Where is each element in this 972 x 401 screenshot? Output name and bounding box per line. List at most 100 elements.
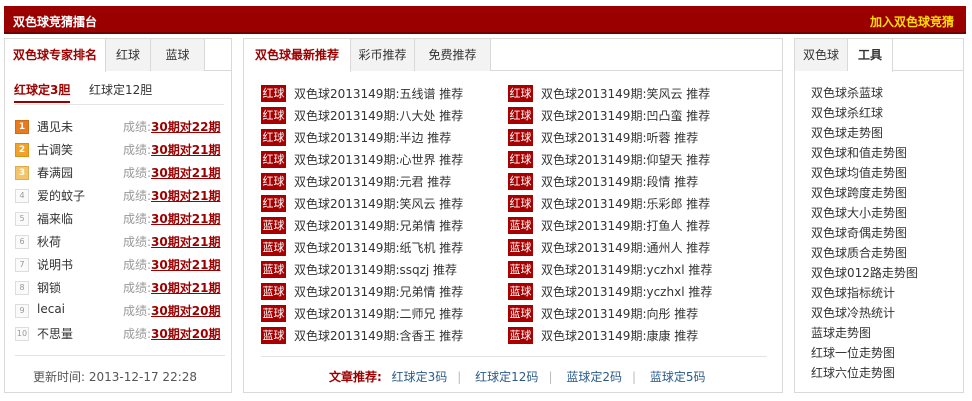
recommend-link[interactable]: 双色球2013149期:仰望天 推荐 [541,151,710,168]
performance-link[interactable]: 30期对21期 [151,281,220,295]
recommend-item[interactable]: 蓝球 双色球2013149期:兄弟情 推荐 [261,282,501,304]
recommend-link[interactable]: 双色球2013149期:二师兄 推荐 [294,305,463,322]
recommend-item[interactable]: 蓝球 双色球2013149期:yczhxl 推荐 [508,260,768,282]
recommend-item[interactable]: 红球 双色球2013149期:元君 推荐 [261,172,501,194]
recommend-link[interactable]: 双色球2013149期:段情 推荐 [541,173,698,190]
recommend-item[interactable]: 红球 双色球2013149期:听蓉 推荐 [508,128,768,150]
recommend-item[interactable]: 蓝球 双色球2013149期:ssqzj 推荐 [261,260,501,282]
performance-link[interactable]: 30期对22期 [151,120,220,134]
recommend-link[interactable]: 双色球2013149期:纸飞机 推荐 [294,239,463,256]
tool-link[interactable]: 蓝球走势图 [811,324,918,344]
tool-link[interactable]: 双色球指标统计 [811,284,918,304]
performance-link[interactable]: 30期对21期 [151,258,220,272]
recommend-item[interactable]: 蓝球 双色球2013149期:二师兄 推荐 [261,304,501,326]
article-blue-2[interactable]: 蓝球定2码 [566,370,622,384]
performance-link[interactable]: 30期对21期 [151,212,220,226]
recommend-item[interactable]: 红球 双色球2013149期:半边 推荐 [261,128,501,150]
performance-link[interactable]: 30期对20期 [151,304,220,318]
recommend-item[interactable]: 蓝球 双色球2013149期:含香王 推荐 [261,326,501,348]
recommend-link[interactable]: 双色球2013149期:兄弟情 推荐 [294,283,463,300]
expert-name[interactable]: 不思量 [37,325,73,342]
join-link[interactable]: 加入双色球竞猜 [870,13,954,30]
tab-expert-ranking[interactable]: 双色球专家排名 [5,39,106,72]
recommend-link[interactable]: 双色球2013149期:听蓉 推荐 [541,129,698,146]
recommend-link[interactable]: 双色球2013149期:兄弟情 推荐 [294,217,463,234]
tool-link[interactable]: 红球六位走势图 [811,364,918,384]
tab-tools[interactable]: 工具 [848,39,893,72]
recommend-link[interactable]: 双色球2013149期:笑风云 推荐 [541,85,710,102]
recommend-item[interactable]: 红球 双色球2013149期:乐彩郎 推荐 [508,194,768,216]
tool-link[interactable]: 双色球杀红球 [811,104,918,124]
tool-link[interactable]: 双色球跨度走势图 [811,184,918,204]
expert-name[interactable]: 古调笑 [37,141,73,158]
article-red-12[interactable]: 红球定12码 [475,370,538,384]
recommend-link[interactable]: 双色球2013149期:含香王 推荐 [294,327,463,344]
tool-link[interactable]: 双色球奇偶走势图 [811,224,918,244]
expert-name[interactable]: 福来临 [37,210,73,227]
performance-link[interactable]: 30期对21期 [151,235,220,249]
article-blue-5[interactable]: 蓝球定5码 [650,370,706,384]
recommend-item[interactable]: 蓝球 双色球2013149期:yczhxl 推荐 [508,282,768,304]
tab-red-ball[interactable]: 红球 [106,39,151,71]
tab-ssq[interactable]: 双色球 [795,39,848,71]
recommend-link[interactable]: 双色球2013149期:笑风云 推荐 [294,195,463,212]
recommend-item[interactable]: 蓝球 双色球2013149期:通州人 推荐 [508,238,768,260]
recommend-link[interactable]: 双色球2013149期:八大处 推荐 [294,107,463,124]
recommend-link[interactable]: 双色球2013149期:乐彩郎 推荐 [541,195,710,212]
recommend-link[interactable]: 双色球2013149期:五线谱 推荐 [294,85,463,102]
tab-coin-recommend[interactable]: 彩币推荐 [351,39,415,71]
recommend-item[interactable]: 红球 双色球2013149期:仰望天 推荐 [508,150,768,172]
recommend-link[interactable]: 双色球2013149期:通州人 推荐 [541,239,710,256]
recommend-item[interactable]: 红球 双色球2013149期:凹凸蛮 推荐 [508,106,768,128]
recommend-link[interactable]: 双色球2013149期:心世界 推荐 [294,151,463,168]
tab-blue-ball[interactable]: 蓝球 [151,39,205,71]
expert-name[interactable]: 春满园 [37,164,73,181]
tool-link[interactable]: 双色球和值走势图 [811,144,918,164]
performance-link[interactable]: 30期对21期 [151,166,220,180]
tool-link[interactable]: 双色球杀蓝球 [811,84,918,104]
article-red-3[interactable]: 红球定3码 [392,370,448,384]
recommend-item[interactable]: 红球 双色球2013149期:笑风云 推荐 [508,84,768,106]
expert-name[interactable]: 钢锁 [37,279,61,296]
performance-link[interactable]: 30期对21期 [151,143,220,157]
recommend-item[interactable]: 红球 双色球2013149期:心世界 推荐 [261,150,501,172]
recommend-item[interactable]: 红球 双色球2013149期:五线谱 推荐 [261,84,501,106]
subtab-red-3[interactable]: 红球定3胆 [14,81,71,103]
recommend-item[interactable]: 红球 双色球2013149期:八大处 推荐 [261,106,501,128]
recommend-link[interactable]: 双色球2013149期:yczhxl 推荐 [541,261,712,278]
recommend-link[interactable]: 双色球2013149期:yczhxl 推荐 [541,283,712,300]
performance-link[interactable]: 30期对21期 [151,189,220,203]
recommend-link[interactable]: 双色球2013149期:凹凸蛮 推荐 [541,107,710,124]
expert-name[interactable]: 秋荷 [37,233,61,250]
recommend-link[interactable]: 双色球2013149期:向彤 推荐 [541,305,698,322]
tool-link[interactable]: 双色球均值走势图 [811,164,918,184]
recommend-item[interactable]: 红球 双色球2013149期:笑风云 推荐 [261,194,501,216]
recommend-link[interactable]: 双色球2013149期:半边 推荐 [294,129,451,146]
tool-link[interactable]: 双色球012路走势图 [811,264,918,284]
tool-link[interactable]: 双色球质合走势图 [811,244,918,264]
expert-name[interactable]: 爱的蚊子 [37,187,85,204]
recommend-item[interactable]: 红球 双色球2013149期:段情 推荐 [508,172,768,194]
expert-name[interactable]: 说明书 [37,256,73,273]
recommend-link[interactable]: 双色球2013149期:康康 推荐 [541,327,698,344]
expert-name[interactable]: 遇见未 [37,118,73,135]
recommend-link[interactable]: 双色球2013149期:ssqzj 推荐 [294,261,457,278]
recommend-link[interactable]: 双色球2013149期:打鱼人 推荐 [541,217,710,234]
tool-link[interactable]: 双色球冷热统计 [811,304,918,324]
update-label: 更新时间: [33,370,86,384]
recommend-item[interactable]: 蓝球 双色球2013149期:向彤 推荐 [508,304,768,326]
recommend-item[interactable]: 蓝球 双色球2013149期:兄弟情 推荐 [261,216,501,238]
tool-link[interactable]: 红球一位走势图 [811,344,918,364]
recommend-item[interactable]: 蓝球 双色球2013149期:康康 推荐 [508,326,768,348]
recommend-item[interactable]: 蓝球 双色球2013149期:纸飞机 推荐 [261,238,501,260]
recommend-link[interactable]: 双色球2013149期:元君 推荐 [294,173,451,190]
recommend-item[interactable]: 蓝球 双色球2013149期:打鱼人 推荐 [508,216,768,238]
tool-link[interactable]: 双色球走势图 [811,124,918,144]
tool-link[interactable]: 双色球大小走势图 [811,204,918,224]
tab-free-recommend[interactable]: 免费推荐 [415,39,491,71]
expert-name[interactable]: lecai [37,302,65,316]
header-bar: 双色球竞猜擂台 加入双色球竞猜 [4,6,966,34]
performance-link[interactable]: 30期对20期 [151,327,220,341]
tab-latest-recommend[interactable]: 双色球最新推荐 [244,39,351,72]
subtab-red-12[interactable]: 红球定12胆 [89,81,152,98]
